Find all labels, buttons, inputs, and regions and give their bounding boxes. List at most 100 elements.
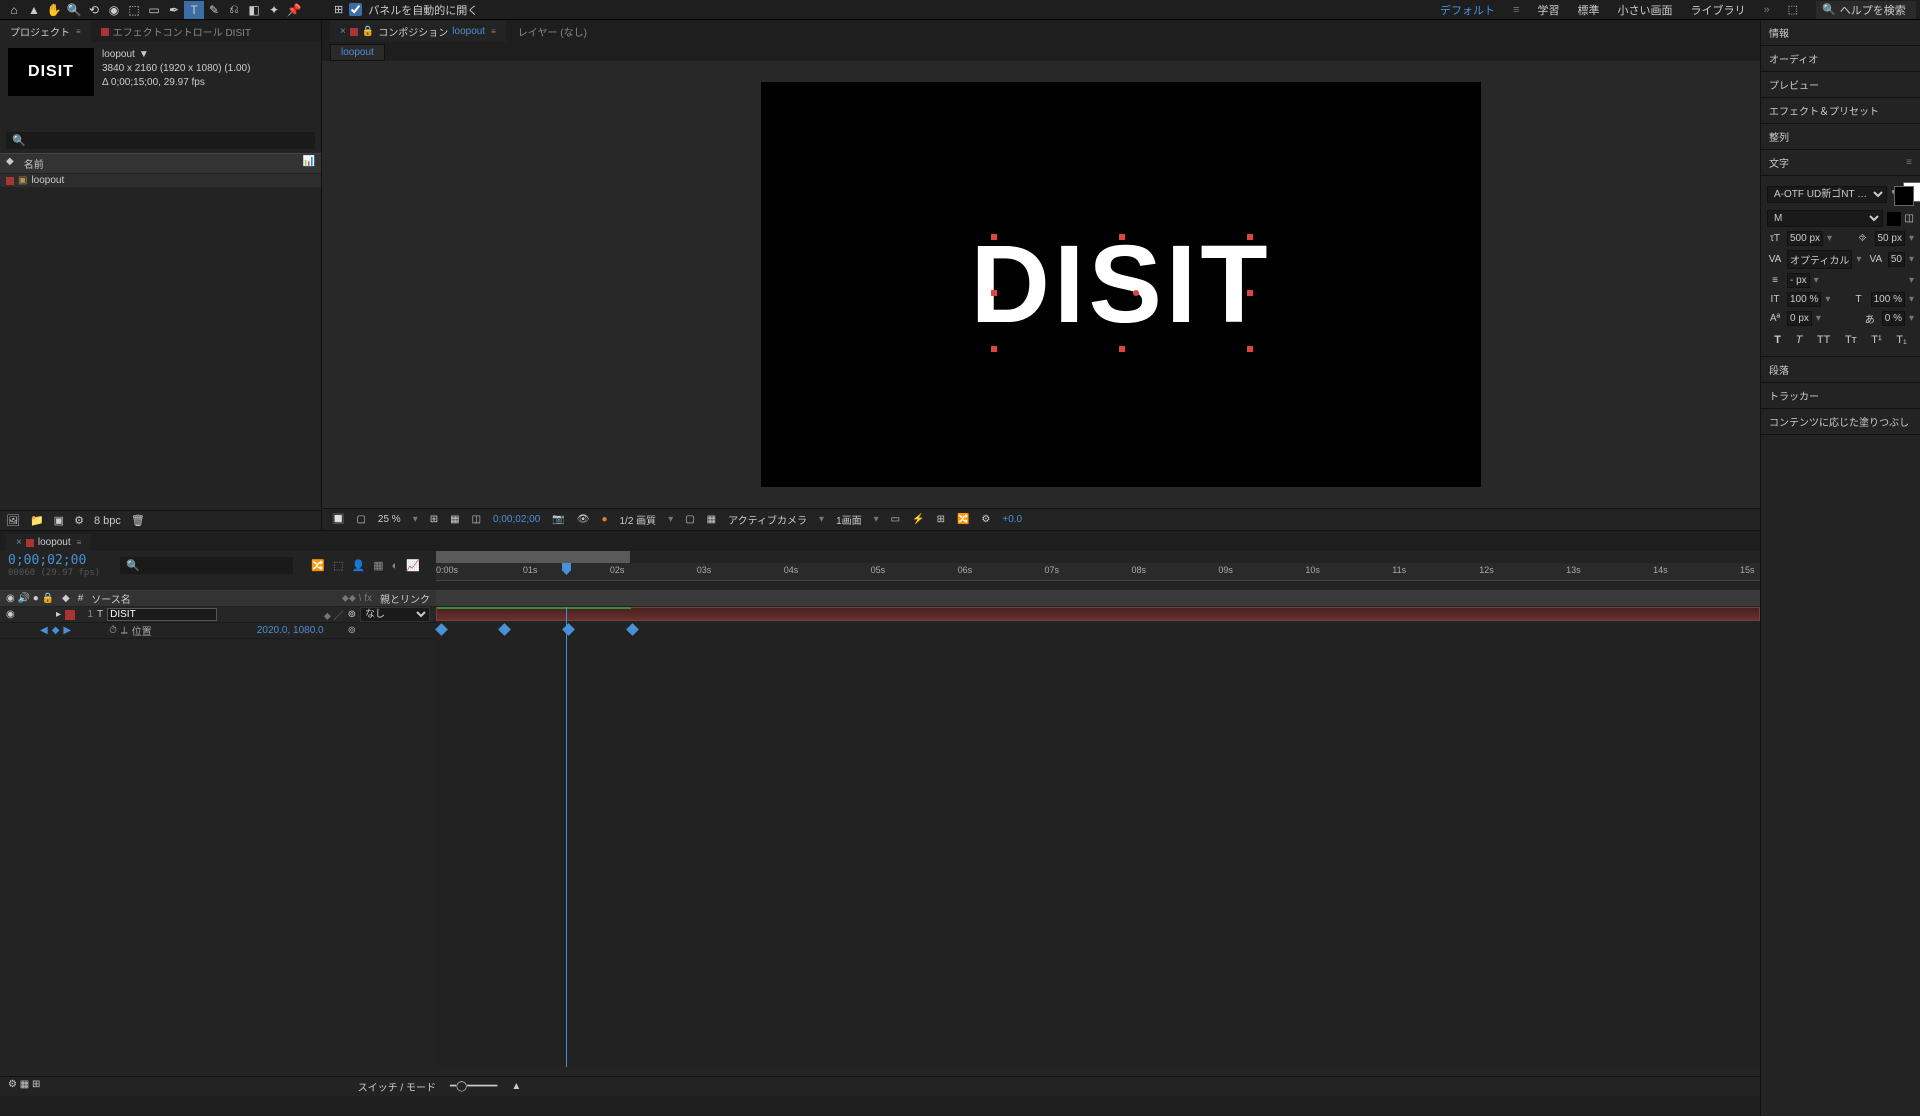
comp-mini-flowchart-icon[interactable]: 🔀: [311, 559, 325, 572]
trash-icon[interactable]: 🗑: [131, 514, 145, 527]
parent-pickwhip-icon[interactable]: ⊚: [348, 609, 356, 620]
anchor-point[interactable]: [1133, 290, 1139, 296]
resolution-value[interactable]: 1/2 画質: [620, 512, 657, 527]
current-time[interactable]: 0;00;02;00: [493, 514, 540, 525]
dropdown-icon[interactable]: ▼: [139, 48, 149, 62]
comp-thumbnail[interactable]: DISIT: [8, 48, 94, 96]
reset-exposure-icon[interactable]: ⚙: [981, 514, 990, 525]
time-ruler[interactable]: 0:00s01s02s03s04s05s06s07s08s09s10s11s12…: [436, 563, 1760, 581]
flowchart-icon[interactable]: 🔀: [957, 514, 969, 525]
timecode[interactable]: 0;00;02;00: [8, 553, 100, 568]
mask-icon[interactable]: ◫: [472, 514, 481, 525]
panel-paragraph[interactable]: 段落: [1761, 357, 1920, 383]
selection-tool-icon[interactable]: ▲: [24, 1, 44, 19]
panel-info[interactable]: 情報: [1761, 20, 1920, 46]
tab-effect-controls[interactable]: エフェクトコントロール DISIT: [91, 21, 261, 42]
col-name[interactable]: 名前: [24, 156, 44, 171]
keyframe[interactable]: [498, 623, 511, 636]
tab-composition[interactable]: × 🔒 コンポジション loopout ≡: [330, 21, 506, 42]
col-label-icon[interactable]: ◆: [62, 593, 70, 604]
project-search[interactable]: 🔍: [6, 132, 315, 149]
project-list[interactable]: ▣ loopout: [0, 174, 321, 510]
col-switches[interactable]: ⬥⬥ \ fx: [342, 593, 372, 604]
parent-select[interactable]: なし: [360, 607, 430, 622]
timeline-icon[interactable]: ⊞: [937, 514, 945, 525]
snap-icon[interactable]: ⊞: [334, 3, 343, 16]
zoom-tool-icon[interactable]: 🔍: [64, 1, 84, 19]
workspace-standard[interactable]: 標準: [1577, 2, 1599, 18]
pixel-aspect-icon[interactable]: ▭: [891, 514, 900, 525]
camera-tool-icon[interactable]: ⬚: [124, 1, 144, 19]
bpc-label[interactable]: 8 bpc: [94, 515, 121, 527]
selection-handle[interactable]: [1247, 234, 1253, 240]
col-parent[interactable]: 親とリンク: [380, 591, 430, 606]
timeline-tab[interactable]: ×loopout≡: [6, 534, 91, 551]
grid-icon[interactable]: ⊞: [430, 514, 438, 525]
workspace-overflow-icon[interactable]: »: [1763, 4, 1769, 16]
property-graph-icon[interactable]: ⟂: [121, 625, 128, 636]
tab-layer[interactable]: レイヤー (なし): [508, 21, 597, 42]
selection-handle[interactable]: [991, 234, 997, 240]
panel-menu-icon[interactable]: ≡: [1906, 157, 1912, 168]
close-icon[interactable]: ×: [340, 26, 346, 37]
keyframe[interactable]: [626, 623, 639, 636]
rotate-tool-icon[interactable]: ◉: [104, 1, 124, 19]
new-comp-icon[interactable]: ▣: [54, 514, 64, 527]
tab-menu-icon[interactable]: ≡: [76, 27, 81, 36]
layer-duration-bar[interactable]: [436, 607, 1760, 621]
show-snapshot-icon[interactable]: 👁: [577, 514, 590, 525]
type-tool-icon[interactable]: T: [184, 1, 204, 19]
tab-project[interactable]: プロジェクト≡: [0, 21, 91, 42]
col-source[interactable]: ソース名: [91, 591, 131, 606]
layer-color[interactable]: [65, 610, 75, 620]
canvas[interactable]: DISIT: [761, 82, 1481, 487]
interpret-icon[interactable]: 🖼: [6, 514, 20, 527]
stopwatch-icon[interactable]: ⏱: [109, 625, 117, 636]
workspace-default[interactable]: デフォルト: [1440, 2, 1495, 18]
exposure-value[interactable]: +0.0: [1002, 514, 1022, 525]
roi-icon[interactable]: ▢: [685, 514, 694, 525]
superscript-button[interactable]: T¹: [1871, 334, 1881, 346]
font-size-value[interactable]: 500 px: [1787, 231, 1823, 246]
italic-button[interactable]: T: [1796, 334, 1803, 346]
hand-tool-icon[interactable]: ✋: [44, 1, 64, 19]
selection-handle[interactable]: [991, 290, 997, 296]
clone-tool-icon[interactable]: ⎌: [224, 1, 244, 19]
keyframe-nav-prev[interactable]: ◀: [40, 625, 48, 636]
brush-tool-icon[interactable]: ✎: [204, 1, 224, 19]
no-fill-icon[interactable]: ◫: [1905, 213, 1914, 224]
rect-tool-icon[interactable]: ▭: [144, 1, 164, 19]
panel-content-aware[interactable]: コンテンツに応じた塗りつぶし: [1761, 409, 1920, 435]
timeline-tracks[interactable]: [436, 607, 1760, 1067]
zoom-value[interactable]: 25 %: [378, 514, 401, 525]
stroke-value[interactable]: - px: [1787, 273, 1810, 288]
keyframe[interactable]: [435, 623, 448, 636]
font-family-select[interactable]: A-OTF UD新ゴNT …: [1767, 186, 1887, 203]
home-icon[interactable]: ⌂: [4, 1, 24, 19]
zoom-dropdown-icon[interactable]: ▾: [413, 514, 418, 525]
tsume-value[interactable]: 0 %: [1882, 311, 1905, 326]
selection-handle[interactable]: [1247, 346, 1253, 352]
draft3d-icon[interactable]: ⬚: [333, 559, 343, 572]
camera-value[interactable]: アクティブカメラ: [728, 512, 807, 527]
allcaps-button[interactable]: TT: [1817, 334, 1830, 346]
panel-preview[interactable]: プレビュー: [1761, 72, 1920, 98]
switch-mode-toggle[interactable]: スイッチ / モード: [358, 1079, 436, 1094]
zoom-in-icon[interactable]: ▲: [511, 1081, 521, 1092]
property-value[interactable]: 2020.0, 1080.0: [257, 625, 324, 636]
selection-handle[interactable]: [1119, 234, 1125, 240]
toggle-in-out-icon[interactable]: ⊞: [32, 1079, 40, 1090]
timeline-search[interactable]: 🔍: [120, 557, 293, 574]
workspace-library[interactable]: ライブラリ: [1690, 2, 1745, 18]
workspace-menu-icon[interactable]: ≡: [1513, 4, 1519, 16]
sync-icon[interactable]: ⬚: [1788, 3, 1798, 16]
alpha-icon[interactable]: ▢: [356, 514, 365, 525]
text-layer[interactable]: DISIT: [970, 221, 1271, 348]
vscale-value[interactable]: 100 %: [1787, 292, 1821, 307]
tab-menu-icon[interactable]: ≡: [491, 27, 496, 36]
folder-icon[interactable]: 📁: [30, 514, 44, 527]
puppet-tool-icon[interactable]: 📌: [284, 1, 304, 19]
roto-tool-icon[interactable]: ✦: [264, 1, 284, 19]
viewer[interactable]: DISIT: [322, 61, 1920, 508]
leading-value[interactable]: 50 px: [1875, 231, 1905, 246]
